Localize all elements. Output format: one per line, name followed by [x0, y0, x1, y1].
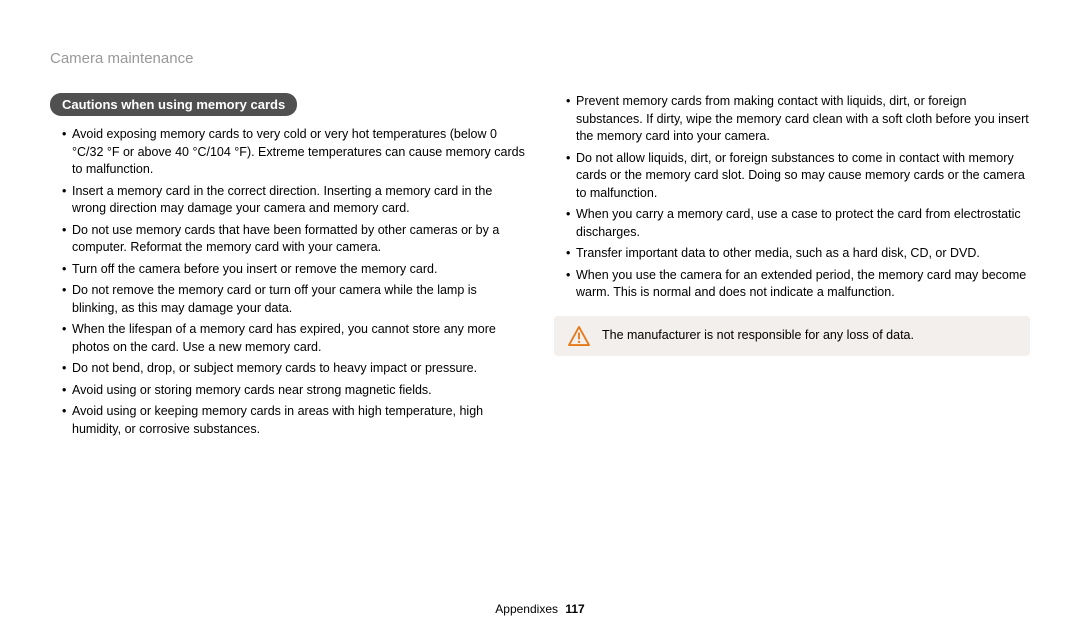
page-content: Camera maintenance Cautions when using m… — [0, 0, 1080, 442]
list-item: Do not use memory cards that have been f… — [62, 222, 526, 257]
list-item: Do not allow liquids, dirt, or foreign s… — [566, 150, 1030, 203]
note-text: The manufacturer is not responsible for … — [602, 327, 914, 345]
warning-icon — [568, 326, 590, 346]
page-footer: Appendixes 117 — [0, 602, 1080, 616]
left-bullet-list: Avoid exposing memory cards to very cold… — [50, 126, 526, 438]
list-item: Prevent memory cards from making contact… — [566, 93, 1030, 146]
list-item: When the lifespan of a memory card has e… — [62, 321, 526, 356]
right-bullet-list: Prevent memory cards from making contact… — [554, 93, 1030, 302]
list-item: Insert a memory card in the correct dire… — [62, 183, 526, 218]
list-item: When you carry a memory card, use a case… — [566, 206, 1030, 241]
right-column: Prevent memory cards from making contact… — [554, 93, 1030, 442]
list-item: Avoid using or storing memory cards near… — [62, 382, 526, 400]
caution-note-box: The manufacturer is not responsible for … — [554, 316, 1030, 356]
list-item: Transfer important data to other media, … — [566, 245, 1030, 263]
list-item: Turn off the camera before you insert or… — [62, 261, 526, 279]
list-item: Do not bend, drop, or subject memory car… — [62, 360, 526, 378]
list-item: Avoid using or keeping memory cards in a… — [62, 403, 526, 438]
section-heading: Cautions when using memory cards — [50, 93, 297, 116]
footer-section-label: Appendixes — [495, 602, 558, 616]
list-item: Do not remove the memory card or turn of… — [62, 282, 526, 317]
list-item: When you use the camera for an extended … — [566, 267, 1030, 302]
left-column: Cautions when using memory cards Avoid e… — [50, 93, 526, 442]
list-item: Avoid exposing memory cards to very cold… — [62, 126, 526, 179]
two-column-layout: Cautions when using memory cards Avoid e… — [50, 93, 1030, 442]
page-header-title: Camera maintenance — [50, 50, 1030, 67]
footer-page-number: 117 — [565, 602, 584, 616]
